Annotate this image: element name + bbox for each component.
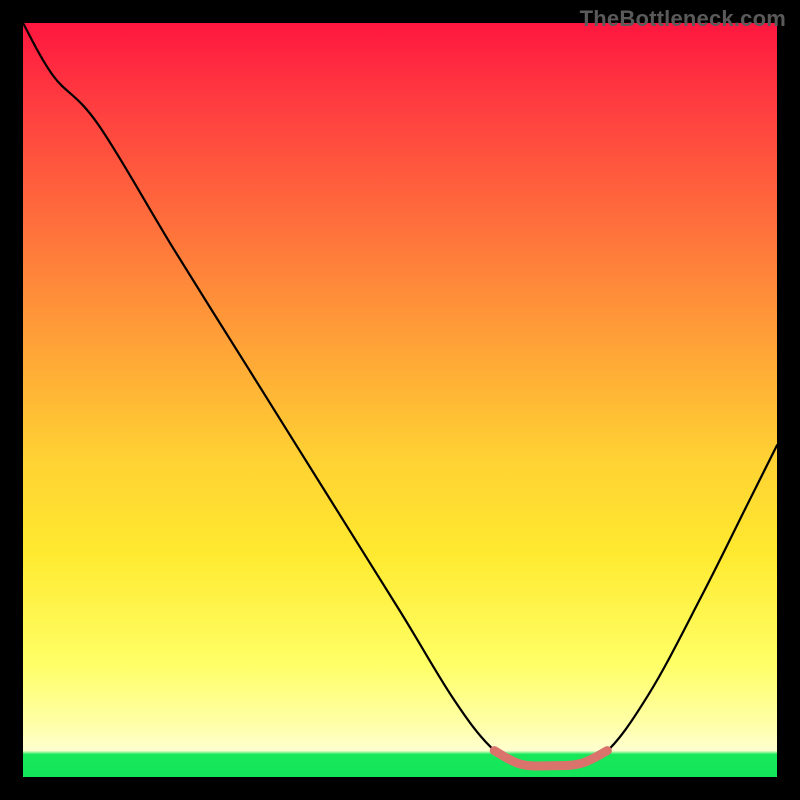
- watermark-text: TheBottleneck.com: [580, 6, 786, 32]
- chart-stage: TheBottleneck.com: [0, 0, 800, 800]
- curve-layer: [23, 23, 777, 777]
- bottleneck-min-highlight: [494, 751, 607, 766]
- plot-area: [23, 23, 777, 777]
- bottleneck-curve: [23, 23, 777, 768]
